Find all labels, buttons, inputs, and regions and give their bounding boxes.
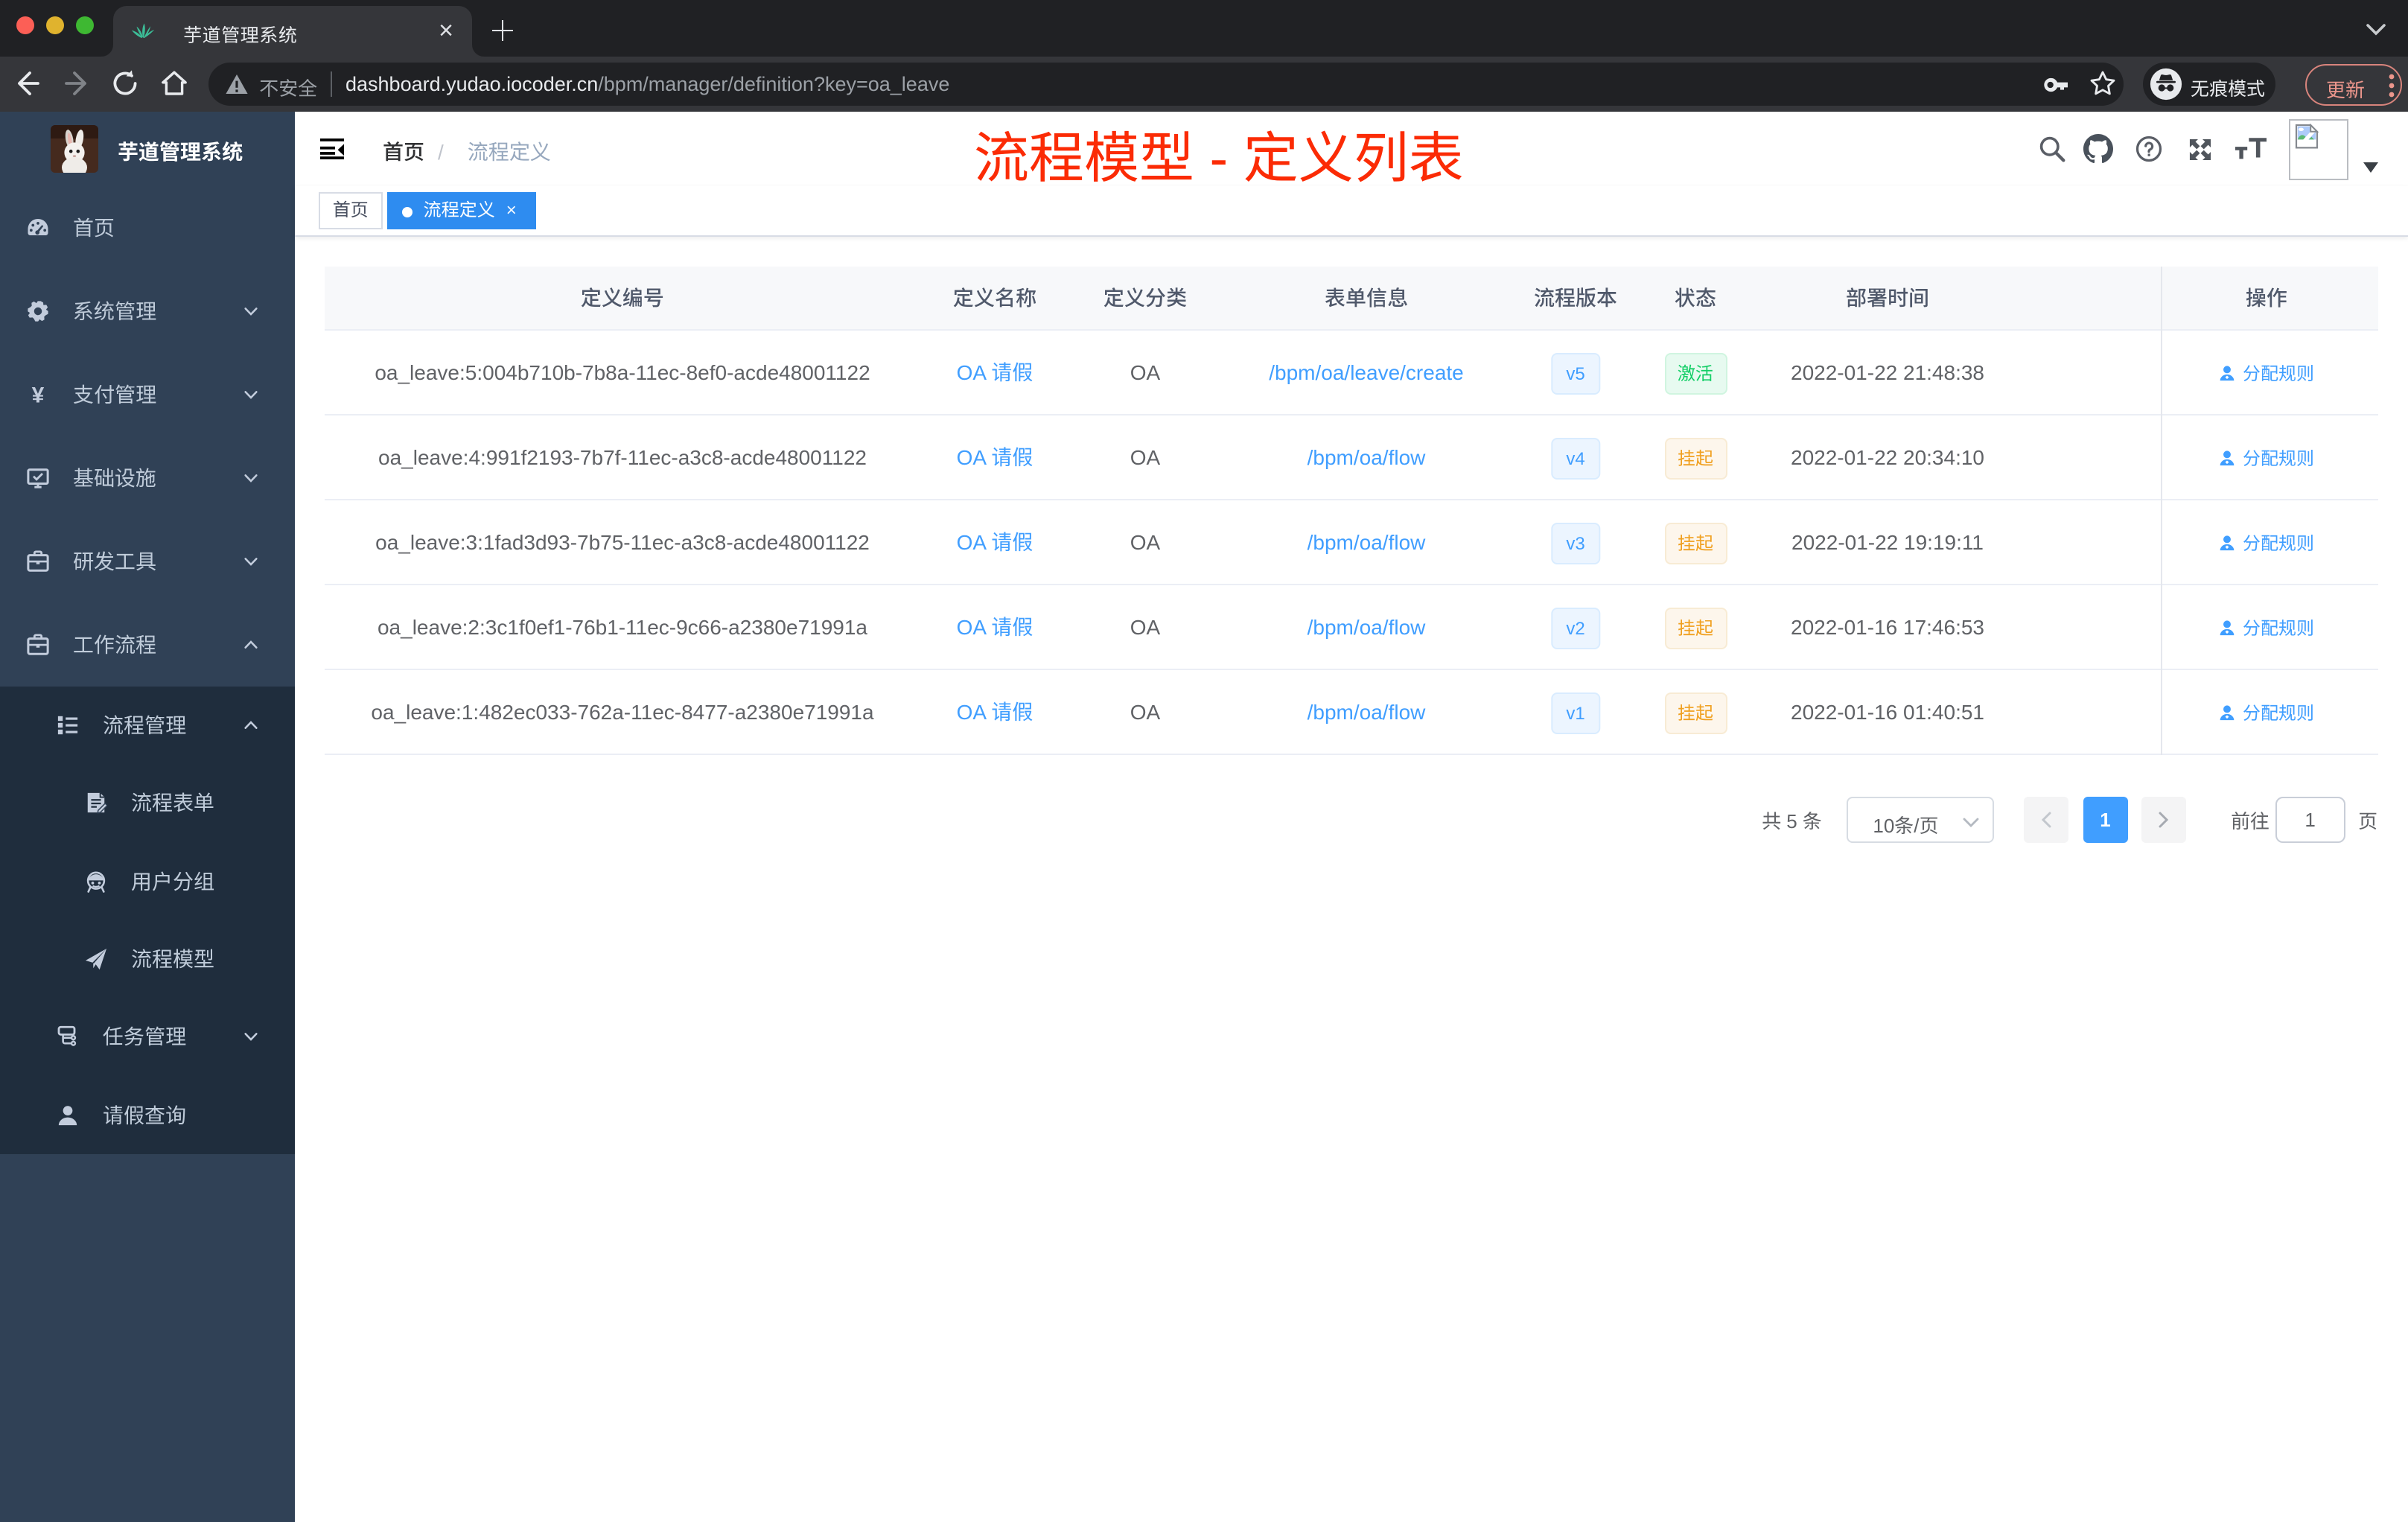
svg-text:¥: ¥ xyxy=(32,383,45,405)
